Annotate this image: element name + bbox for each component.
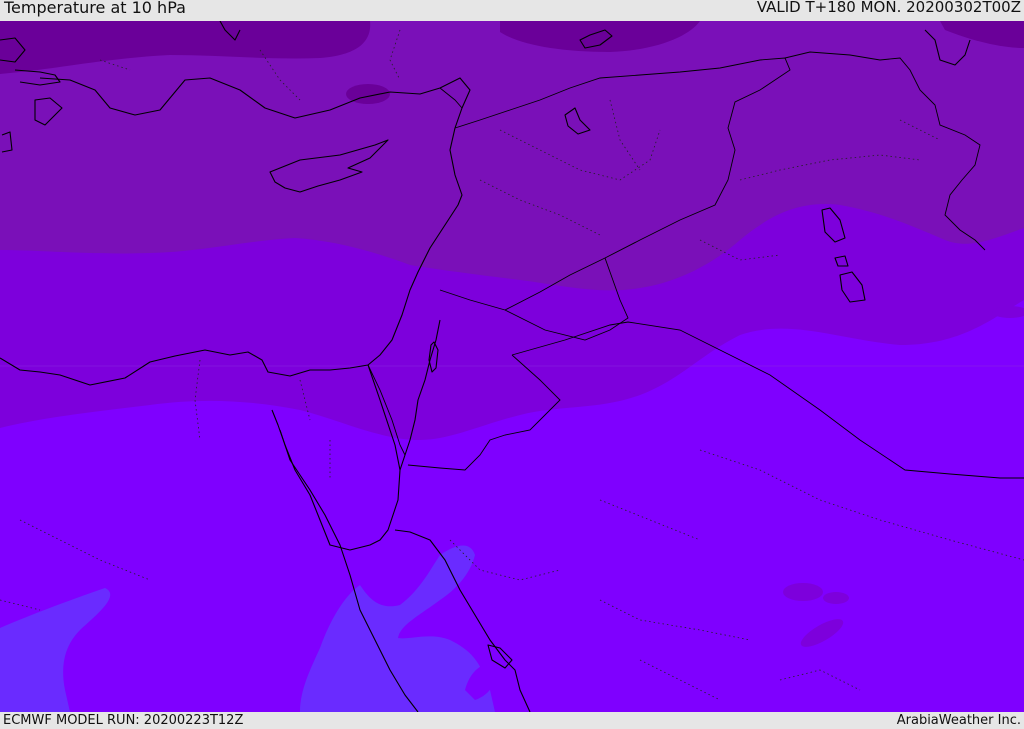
map-area[interactable] xyxy=(0,21,1024,712)
spot-2 xyxy=(823,592,849,604)
model-run: ECMWF MODEL RUN: 20200223T12Z xyxy=(3,713,244,728)
map-footer: ECMWF MODEL RUN: 20200223T12Z ArabiaWeat… xyxy=(0,712,1024,729)
weather-map-screen: Temperature at 10 hPa VALID T+180 MON. 2… xyxy=(0,0,1024,729)
credit: ArabiaWeather Inc. xyxy=(896,713,1021,728)
valid-time: VALID T+180 MON. 20200302T00Z xyxy=(756,0,1021,16)
map-title: Temperature at 10 hPa xyxy=(4,0,186,17)
spot-1 xyxy=(783,583,823,601)
temperature-map[interactable] xyxy=(0,21,1024,712)
map-header: Temperature at 10 hPa VALID T+180 MON. 2… xyxy=(0,0,1024,21)
